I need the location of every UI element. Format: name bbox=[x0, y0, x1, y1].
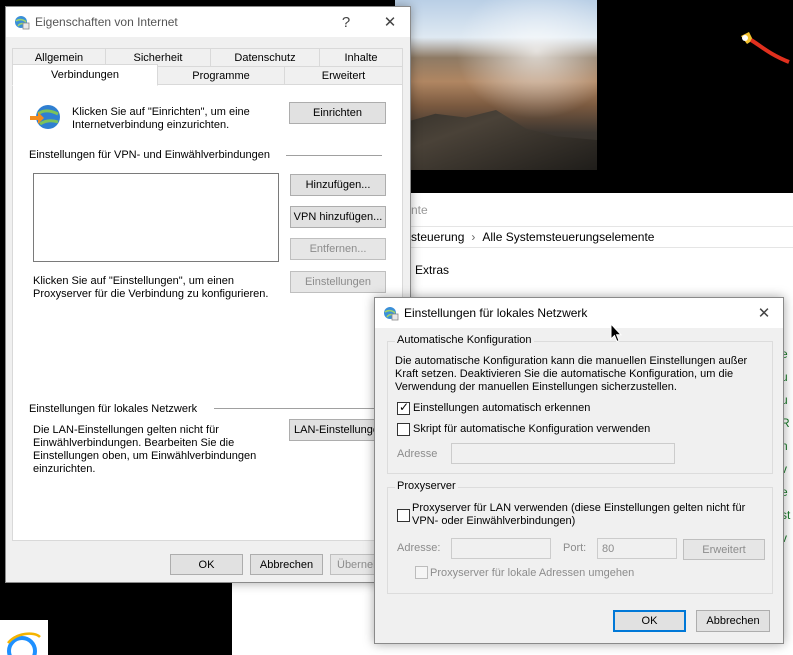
setup-description: Klicken Sie auf "Einrichten", um eine In… bbox=[72, 106, 250, 131]
auto-config-group-title: Automatische Konfiguration bbox=[395, 334, 534, 346]
desktop-shortcut-icon[interactable] bbox=[735, 28, 791, 68]
close-button[interactable]: ✕ bbox=[368, 7, 412, 37]
proxy-advanced-button[interactable]: Erweitert bbox=[683, 539, 765, 560]
add-connection-button[interactable]: Hinzufügen... bbox=[290, 174, 386, 196]
tab-inhalte[interactable]: Inhalte bbox=[319, 48, 403, 67]
proxy-address-input[interactable] bbox=[451, 538, 551, 559]
wallpaper-ridge bbox=[395, 110, 597, 170]
cancel-button[interactable]: Abbrechen bbox=[250, 554, 323, 575]
help-button[interactable]: ? bbox=[324, 7, 368, 37]
auto-config-description: Die automatische Konfiguration kann die … bbox=[395, 355, 748, 393]
lan-settings-dialog: Einstellungen für lokales Netzwerk ✕ Aut… bbox=[374, 297, 784, 644]
ok-button[interactable]: OK bbox=[170, 554, 243, 575]
internet-options-icon bbox=[15, 16, 30, 30]
script-address-label: Adresse bbox=[397, 448, 438, 460]
desktop-wallpaper-photo bbox=[395, 0, 597, 170]
remove-button[interactable]: Entfernen... bbox=[290, 238, 386, 260]
proxy-address-label: Adresse: bbox=[397, 542, 441, 554]
use-proxy-checkbox[interactable] bbox=[397, 509, 410, 522]
proxy-group-title: Proxyserver bbox=[395, 480, 458, 492]
tab-erweitert[interactable]: Erweitert bbox=[284, 66, 403, 85]
close-button[interactable]: ✕ bbox=[745, 298, 783, 328]
add-vpn-button[interactable]: VPN hinzufügen... bbox=[290, 206, 386, 228]
cancel-button[interactable]: Abbrechen bbox=[696, 610, 770, 632]
connection-settings-button[interactable]: Einstellungen bbox=[290, 271, 386, 293]
lan-section-heading: Einstellungen für lokales Netzwerk bbox=[29, 403, 198, 415]
auto-detect-label[interactable]: Einstellungen automatisch erkennen bbox=[413, 402, 590, 414]
tab-verbindungen[interactable]: Verbindungen bbox=[12, 64, 158, 86]
breadcrumb-item[interactable]: Alle Systemsteuerungselemente bbox=[482, 230, 654, 244]
use-proxy-label[interactable]: Proxyserver für LAN verwenden (diese Ein… bbox=[412, 502, 752, 528]
mouse-cursor-icon bbox=[610, 323, 622, 343]
auto-detect-checkbox[interactable]: ✓ bbox=[397, 400, 410, 415]
script-address-input[interactable] bbox=[451, 443, 675, 464]
dialog-titlebar[interactable]: Eigenschaften von Internet ? ✕ bbox=[6, 7, 410, 37]
proxy-port-input[interactable] bbox=[597, 538, 677, 559]
proxy-description: Klicken Sie auf "Einstellungen", um eine… bbox=[33, 275, 269, 300]
breadcrumb[interactable]: steuerung › Alle Systemsteuerungselemente bbox=[397, 226, 793, 248]
internet-options-icon bbox=[384, 307, 399, 321]
breadcrumb-separator-icon: › bbox=[471, 230, 476, 244]
internet-explorer-icon[interactable] bbox=[6, 631, 42, 655]
proxy-port-label: Port: bbox=[563, 542, 587, 554]
control-panel-title: nte bbox=[411, 203, 428, 217]
vpn-section-heading: Einstellungen für VPN- und Einwählverbin… bbox=[29, 149, 270, 161]
lan-description: Die LAN-Einstellungen gelten nicht für E… bbox=[33, 424, 257, 475]
dialog-title: Einstellungen für lokales Netzwerk bbox=[404, 306, 588, 320]
menu-extras[interactable]: Extras bbox=[415, 263, 449, 277]
dialog-titlebar[interactable]: Einstellungen für lokales Netzwerk ✕ bbox=[375, 298, 783, 328]
auto-config-script-checkbox[interactable] bbox=[397, 423, 410, 436]
dialog-title: Eigenschaften von Internet bbox=[35, 15, 178, 29]
auto-config-script-label[interactable]: Skript für automatische Konfiguration ve… bbox=[413, 423, 650, 435]
ok-button[interactable]: OK bbox=[613, 610, 686, 632]
network-globe-icon bbox=[30, 105, 60, 129]
bypass-local-label[interactable]: Proxyserver für lokale Adressen umgehen bbox=[430, 567, 634, 579]
tab-datenschutz[interactable]: Datenschutz bbox=[210, 48, 320, 67]
checkmark-icon: ✓ bbox=[399, 400, 410, 414]
tab-programme[interactable]: Programme bbox=[157, 66, 285, 85]
section-divider bbox=[286, 155, 382, 156]
bypass-local-checkbox[interactable] bbox=[415, 566, 428, 579]
section-divider bbox=[214, 408, 394, 409]
internet-properties-dialog: Eigenschaften von Internet ? ✕ Allgemein… bbox=[5, 6, 411, 583]
connections-list[interactable] bbox=[33, 173, 279, 262]
setup-button[interactable]: Einrichten bbox=[289, 102, 386, 124]
breadcrumb-item[interactable]: steuerung bbox=[411, 230, 464, 244]
